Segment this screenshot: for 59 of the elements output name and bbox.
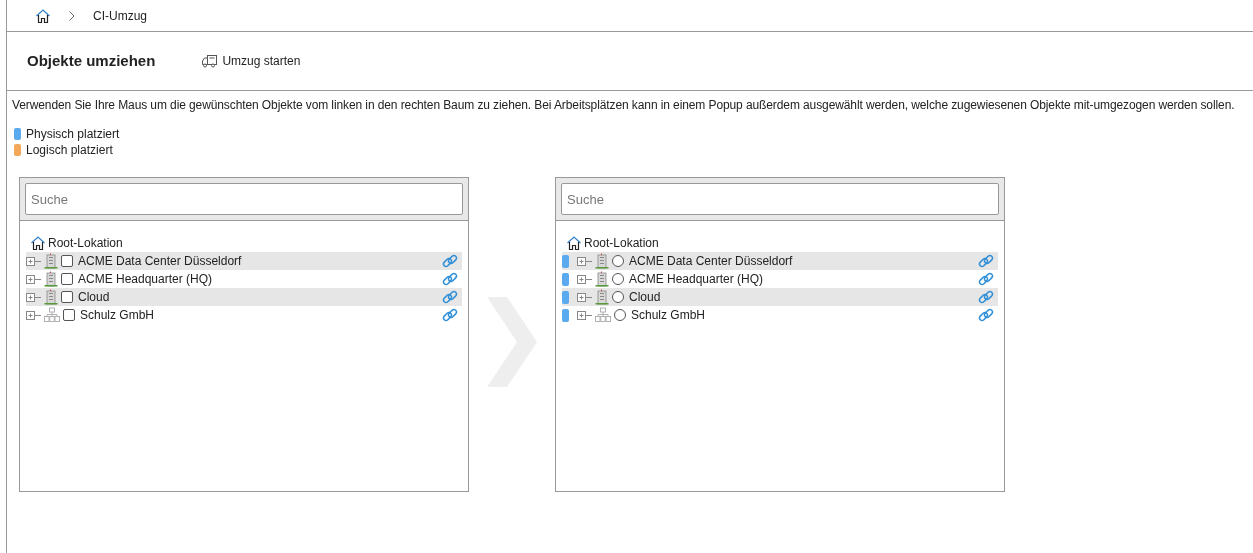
tree-item-label[interactable]: ACME Headquarter (HQ): [78, 270, 442, 288]
search-field[interactable]: Suche: [561, 183, 999, 215]
expand-icon[interactable]: [577, 309, 593, 321]
expand-icon[interactable]: [577, 255, 593, 267]
link-icon[interactable]: [442, 271, 458, 287]
tree-item-label[interactable]: Cloud: [78, 288, 442, 306]
link-icon[interactable]: [442, 253, 458, 269]
tree-item-label[interactable]: ACME Headquarter (HQ): [629, 270, 978, 288]
tree-row[interactable]: Cloud: [562, 288, 998, 306]
expand-icon[interactable]: [26, 309, 42, 321]
radio-button[interactable]: [614, 309, 626, 321]
checkbox[interactable]: [61, 291, 73, 303]
checkbox[interactable]: [63, 309, 75, 321]
radio-button[interactable]: [612, 255, 624, 267]
checkbox[interactable]: [61, 273, 73, 285]
instructions-text: Verwenden Sie Ihre Maus um die gewünschten Objekte vom linken in den rechten Baum zu ziehen. Bei Arbeitsplätzen kann in einem Popup außerdem ausgewählt werden, welche zugewiesenen Objekte mit-umgezogen werden sollen.: [11, 97, 1236, 114]
root-location-icon: [566, 235, 582, 251]
checkbox[interactable]: [61, 255, 73, 267]
start-move-button[interactable]: Umzug starten: [201, 52, 301, 70]
truck-icon: [201, 54, 219, 68]
expand-icon[interactable]: [26, 273, 42, 285]
legend-label: Logisch platziert: [26, 142, 113, 159]
chevron-right-icon: [69, 10, 75, 21]
search-field[interactable]: Suche: [25, 183, 463, 215]
org-chart-icon: [595, 307, 611, 323]
tree-item-label[interactable]: Cloud: [629, 288, 978, 306]
expand-icon[interactable]: [26, 291, 42, 303]
legend-label: Physisch platziert: [26, 126, 120, 143]
expand-icon[interactable]: [26, 255, 42, 267]
building-icon: [595, 271, 609, 287]
link-icon[interactable]: [978, 289, 994, 305]
tree-item-label[interactable]: Schulz GmbH: [80, 306, 442, 324]
expand-icon[interactable]: [577, 291, 593, 303]
tree-item-label[interactable]: Schulz GmbH: [631, 306, 978, 324]
org-chart-icon: [44, 307, 60, 323]
link-icon[interactable]: [978, 253, 994, 269]
tree-row[interactable]: Cloud: [26, 288, 462, 306]
link-icon[interactable]: [442, 289, 458, 305]
tree-row[interactable]: ACME Data Center Düsseldorf: [562, 252, 998, 270]
link-icon[interactable]: [442, 307, 458, 323]
building-icon: [595, 253, 609, 269]
radio-button[interactable]: [612, 291, 624, 303]
building-icon: [44, 289, 58, 305]
tree-item-label[interactable]: ACME Data Center Düsseldorf: [629, 252, 978, 270]
building-icon: [44, 271, 58, 287]
tree-item-label[interactable]: ACME Data Center Düsseldorf: [78, 252, 442, 270]
link-icon[interactable]: [978, 271, 994, 287]
tree-root-label[interactable]: Root-Lokation: [48, 234, 123, 252]
home-icon[interactable]: [35, 7, 51, 24]
radio-button[interactable]: [612, 273, 624, 285]
tree-root-label[interactable]: Root-Lokation: [584, 234, 659, 252]
root-location-icon: [30, 235, 46, 251]
building-icon: [44, 253, 58, 269]
breadcrumb-current[interactable]: CI-Umzug: [93, 6, 147, 25]
link-icon[interactable]: [978, 307, 994, 323]
tree-row[interactable]: ACME Data Center Düsseldorf: [26, 252, 462, 270]
building-icon: [595, 289, 609, 305]
expand-icon[interactable]: [577, 273, 593, 285]
page-title: Objekte umziehen: [27, 50, 156, 71]
